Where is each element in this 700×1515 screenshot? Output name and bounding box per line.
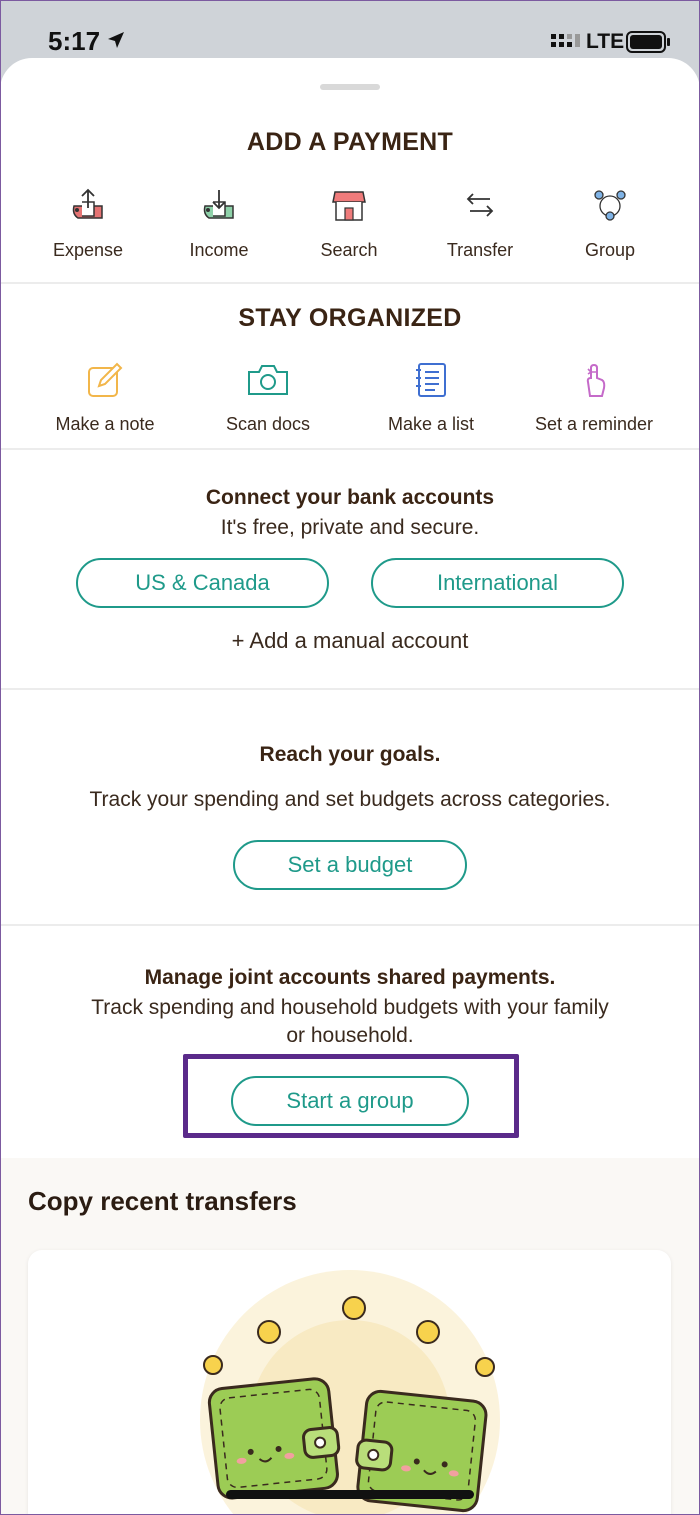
transfer-button[interactable]: Transfer <box>405 186 555 261</box>
divider <box>0 448 700 450</box>
international-button[interactable]: International <box>371 558 624 608</box>
search-button[interactable]: Search <box>274 186 424 261</box>
make-list-label: Make a list <box>387 414 475 434</box>
group-button[interactable]: Group <box>535 186 685 261</box>
joint-title: Manage joint accounts shared payments. <box>144 966 556 989</box>
recent-transfers-card <box>28 1250 671 1515</box>
set-budget-button[interactable]: Set a budget <box>233 840 467 890</box>
set-reminder-label: Set a reminder <box>534 414 654 434</box>
expense-label: Expense <box>52 240 124 260</box>
notebook-list-icon <box>416 363 446 397</box>
add-manual-account-link[interactable]: + Add a manual account <box>0 628 700 654</box>
status-time: 5:17 <box>48 26 101 56</box>
location-arrow-icon <box>108 32 124 48</box>
divider <box>0 924 700 926</box>
add-payment-title: ADD A PAYMENT <box>246 128 454 156</box>
pencil-note-icon <box>88 362 123 397</box>
bank-title: Connect your bank accounts <box>205 486 495 509</box>
bank-subtitle: It's free, private and secure. <box>220 516 480 539</box>
us-canada-button[interactable]: US & Canada <box>76 558 329 608</box>
expense-button[interactable]: Expense <box>13 186 163 261</box>
signal-icon <box>551 34 580 47</box>
goals-subtitle: Track your spending and set budgets acro… <box>89 788 611 811</box>
income-button[interactable]: Income <box>144 186 294 261</box>
storefront-icon <box>332 191 366 221</box>
highlight-annotation <box>183 1054 519 1138</box>
joint-description-line2: or household. <box>286 1024 414 1047</box>
divider <box>0 688 700 690</box>
income-download-icon <box>203 190 234 219</box>
expense-upload-icon <box>72 188 103 219</box>
scan-docs-button[interactable]: Scan docs <box>193 360 343 435</box>
transfer-arrows-icon <box>466 193 494 217</box>
search-label: Search <box>320 240 378 260</box>
bottom-sheet: ADD A PAYMENT Expense Income Search Tran… <box>0 58 700 1515</box>
make-list-button[interactable]: Make a list <box>356 360 506 435</box>
recent-transfers-title: Copy recent transfers <box>28 1186 297 1216</box>
set-reminder-button[interactable]: Set a reminder <box>519 360 669 435</box>
battery-icon <box>626 31 670 53</box>
status-bar: 5:17 LTE <box>0 0 700 58</box>
sheet-handle[interactable] <box>320 84 380 90</box>
make-note-label: Make a note <box>55 414 155 434</box>
network-label: LTE <box>586 30 625 53</box>
camera-icon <box>248 365 288 395</box>
divider <box>0 282 700 284</box>
scan-docs-label: Scan docs <box>225 414 311 434</box>
home-indicator[interactable] <box>226 1490 474 1499</box>
goals-title: Reach your goals. <box>259 743 441 766</box>
recent-transfers-section: Copy recent transfers <box>0 1158 700 1515</box>
joint-description-line1: Track spending and household budgets wit… <box>91 996 609 1019</box>
finger-string-icon <box>586 363 606 397</box>
stay-organized-title: STAY ORGANIZED <box>238 304 462 332</box>
group-people-icon <box>594 190 626 221</box>
make-note-button[interactable]: Make a note <box>30 360 180 435</box>
income-label: Income <box>189 240 249 260</box>
transfer-label: Transfer <box>446 240 514 260</box>
wallets-illustration <box>200 1270 500 1515</box>
group-label: Group <box>584 240 636 260</box>
